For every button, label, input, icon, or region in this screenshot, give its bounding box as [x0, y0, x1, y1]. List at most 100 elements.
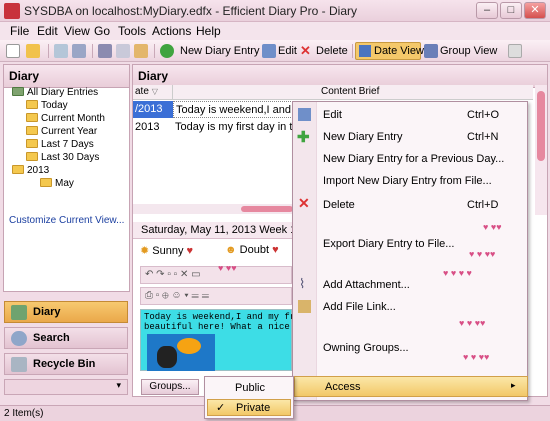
- magnifier-icon: [11, 331, 27, 346]
- editor-toolbar-1: ↶ ↷ ▫ ▫ ✕ ▭: [140, 266, 292, 284]
- checkmark-icon: ✓: [216, 402, 226, 414]
- ctx-access[interactable]: Access ▸: [294, 376, 528, 397]
- nav-diary[interactable]: Diary: [4, 301, 128, 323]
- nav-search[interactable]: Search: [4, 327, 128, 349]
- menu-actions[interactable]: Actions: [152, 24, 191, 38]
- tree-item-last-30-days[interactable]: Last 30 Days: [26, 152, 99, 163]
- maximize-button[interactable]: □: [500, 2, 522, 19]
- ctx-import-entry[interactable]: Import New Diary Entry from File...: [293, 171, 529, 191]
- heart-decoration: ♥ ♥ ♥ ♥: [443, 268, 472, 278]
- row-2-brief[interactable]: Today is my first day in th: [175, 119, 293, 136]
- entry-date-header: Saturday, May 11, 2013 Week 1: [133, 222, 293, 239]
- column-content-brief[interactable]: Content Brief: [173, 85, 533, 100]
- mood-icon: ☻: [225, 244, 237, 256]
- access-public[interactable]: Public: [207, 380, 291, 397]
- ctx-edit[interactable]: Edit Ctrl+O: [293, 105, 529, 125]
- group-view-button[interactable]: Group View: [440, 45, 497, 57]
- row-2-date[interactable]: 2013: [133, 119, 173, 136]
- diary-book-icon: [12, 87, 24, 96]
- sort-icon: ▽: [151, 87, 158, 96]
- menu-file[interactable]: File: [10, 24, 29, 38]
- edit-button[interactable]: Edit: [278, 45, 297, 57]
- minimize-button[interactable]: –: [476, 2, 498, 19]
- toucan-image: [147, 334, 215, 371]
- column-date[interactable]: ate ▽: [133, 85, 173, 100]
- date-view-button[interactable]: Date View: [355, 42, 424, 60]
- tree-item-2013[interactable]: 2013: [12, 165, 49, 176]
- menu-tools[interactable]: Tools: [118, 24, 146, 38]
- copy-icon[interactable]: [116, 44, 130, 58]
- calendar-icon: [359, 45, 371, 57]
- tree-item-all[interactable]: All Diary Entries: [12, 87, 98, 98]
- format-icons[interactable]: ⎙ ▫ ⊕ ☺ ▾ ☰ ☰: [145, 290, 209, 301]
- tree-item-current-year[interactable]: Current Year: [26, 126, 97, 137]
- paste-icon[interactable]: [134, 44, 148, 58]
- groups-button[interactable]: Groups...: [141, 379, 199, 395]
- mood-selector[interactable]: ☻ Doubt ♥: [225, 244, 279, 256]
- print-icon[interactable]: [54, 44, 68, 58]
- menu-bar: File Edit View Go Tools Actions Help: [0, 22, 550, 40]
- app-icon: [4, 3, 20, 19]
- navigation-pane-header: Diary: [4, 65, 129, 88]
- delete-icon: ✕: [298, 195, 310, 211]
- heart-decoration: ♥ ♥♥: [483, 222, 502, 232]
- ctx-add-attachment[interactable]: ⌇ Add Attachment...: [293, 275, 529, 295]
- tree-item-today[interactable]: Today: [26, 100, 68, 111]
- title-bar: SYSDBA on localhost:MyDiary.edfx - Effic…: [0, 0, 550, 22]
- close-button[interactable]: ✕: [524, 2, 546, 19]
- nav-recycle-bin[interactable]: Recycle Bin: [4, 353, 128, 375]
- paperclip-icon: ⌇: [299, 276, 306, 291]
- new-file-icon[interactable]: [6, 44, 20, 58]
- context-menu: Edit Ctrl+O ✚ New Diary Entry Ctrl+N New D…: [292, 101, 528, 401]
- edit-icon: [298, 108, 311, 121]
- heart-decoration: ♥ ♥ ♥♥: [463, 352, 490, 362]
- tree-item-last-7-days[interactable]: Last 7 Days: [26, 139, 94, 150]
- menu-go[interactable]: Go: [94, 24, 110, 38]
- toolbar: New Diary Entry Edit ✕ Delete Date View …: [0, 40, 550, 62]
- folder-icon: [40, 178, 52, 187]
- menu-help[interactable]: Help: [196, 24, 221, 38]
- folder-icon: [26, 113, 38, 122]
- entry-editor[interactable]: Today is weekend,I and my frien beautifu…: [140, 309, 311, 371]
- toolbar-overflow-icon[interactable]: [508, 44, 522, 58]
- diary-book-icon: [11, 305, 27, 320]
- row-1-date[interactable]: /2013: [133, 101, 173, 118]
- ctx-new-entry-previous-day[interactable]: New Diary Entry for a Previous Day...: [293, 149, 529, 169]
- edit-icon[interactable]: [262, 44, 276, 58]
- ctx-delete[interactable]: ✕ Delete Ctrl+D: [293, 195, 529, 215]
- access-private[interactable]: ✓ Private: [207, 399, 291, 416]
- add-icon: ✚: [297, 129, 310, 146]
- list-hscrollbar[interactable]: [133, 204, 293, 214]
- open-folder-icon[interactable]: [26, 44, 40, 58]
- tree-item-current-month[interactable]: Current Month: [26, 113, 105, 124]
- heart-decoration: ♥ ♥♥: [218, 263, 237, 273]
- weather-selector[interactable]: ✹ Sunny ♥: [140, 244, 193, 257]
- entry-editor-text: Today is weekend,I and my frien beautifu…: [144, 312, 311, 332]
- group-icon[interactable]: [424, 44, 438, 58]
- heart-icon: ♥: [186, 245, 194, 257]
- menu-view[interactable]: View: [64, 24, 90, 38]
- ctx-new-entry[interactable]: ✚ New Diary Entry Ctrl+N: [293, 127, 529, 147]
- row-1-brief[interactable]: Today is weekend,I and m: [173, 101, 293, 118]
- tree-item-may[interactable]: May: [40, 178, 74, 189]
- ctx-owning-groups[interactable]: Owning Groups...: [293, 338, 529, 358]
- date-view-label: Date View: [374, 45, 424, 57]
- folder-icon: [26, 139, 38, 148]
- cut-icon[interactable]: [98, 44, 112, 58]
- menu-edit[interactable]: Edit: [37, 24, 58, 38]
- new-diary-entry-button[interactable]: New Diary Entry: [180, 45, 259, 57]
- undo-icon[interactable]: ↶ ↷ ▫ ▫ ✕ ▭: [145, 269, 201, 280]
- folder-icon: [26, 100, 38, 109]
- add-icon[interactable]: [160, 44, 174, 58]
- delete-icon[interactable]: ✕: [300, 43, 311, 59]
- customize-view-link[interactable]: Customize Current View...: [9, 215, 124, 226]
- folder-icon: [12, 165, 24, 174]
- preview-icon[interactable]: [72, 44, 86, 58]
- delete-button[interactable]: Delete: [316, 45, 348, 57]
- heart-decoration: ♥ ♥ ♥♥: [469, 249, 496, 259]
- window-title: SYSDBA on localhost:MyDiary.edfx - Effic…: [24, 4, 357, 18]
- nav-overflow-button[interactable]: ▾: [4, 379, 128, 395]
- list-vscrollbar[interactable]: [535, 85, 547, 215]
- file-link-icon: [298, 300, 311, 313]
- ctx-add-file-link[interactable]: Add File Link...: [293, 297, 529, 317]
